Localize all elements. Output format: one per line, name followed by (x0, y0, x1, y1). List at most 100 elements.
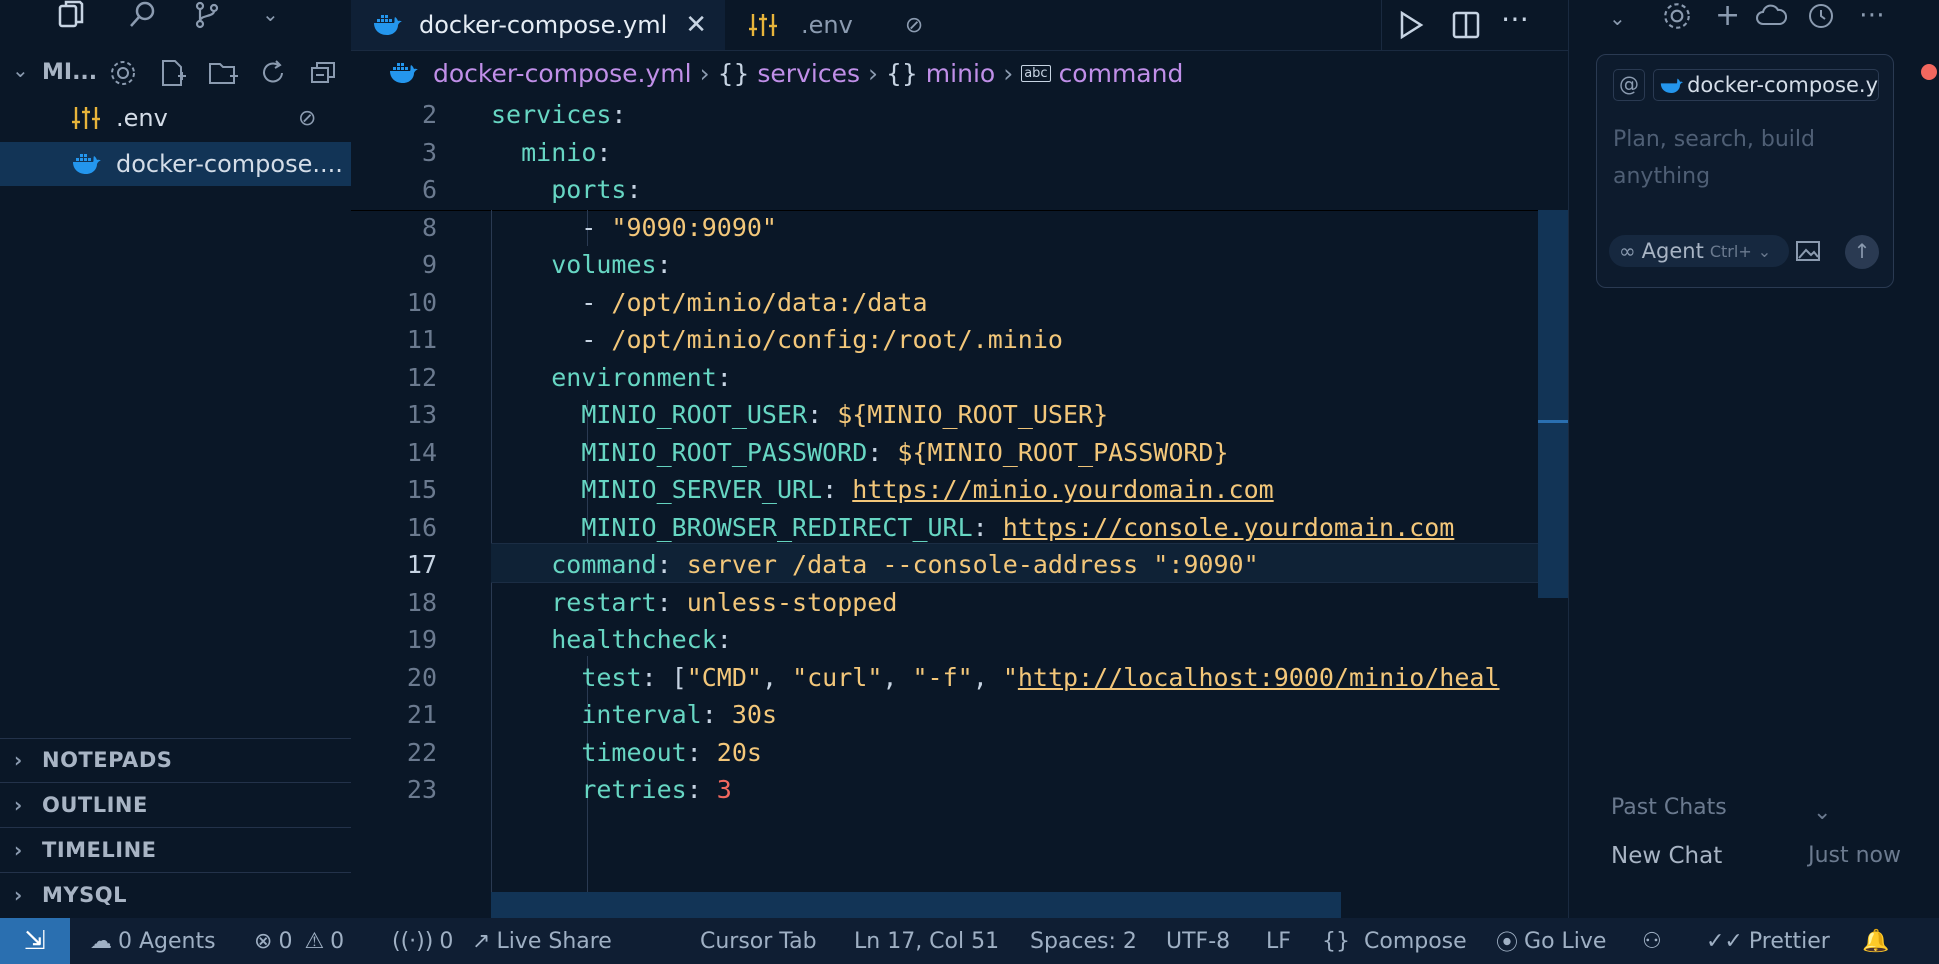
chevron-down-icon: ⌄ (1757, 241, 1772, 261)
split-editor-icon[interactable] (1451, 10, 1481, 40)
accounts-icon[interactable]: ⚇ (1642, 918, 1662, 964)
code-line[interactable]: 18 restart: unless-stopped (351, 584, 1568, 621)
cursor-tab-status[interactable]: Cursor Tab (700, 918, 817, 964)
chevron-down-icon[interactable]: ⌄ (12, 58, 29, 82)
code-line[interactable]: 22 timeout: 20s (351, 734, 1568, 771)
mention-icon[interactable]: @ (1613, 69, 1645, 101)
broadcast-icon: ((·)) (392, 928, 434, 954)
settings-gear-icon[interactable] (1661, 0, 1693, 32)
tab-env[interactable]: .env ⊘ (725, 0, 965, 50)
new-folder-icon[interactable] (208, 58, 240, 88)
line-text: MINIO_SERVER_URL: https://minio.yourdoma… (581, 475, 1274, 504)
code-line[interactable]: 16 MINIO_BROWSER_REDIRECT_URL: https://c… (351, 509, 1568, 546)
braces-icon: {} (1322, 928, 1350, 954)
language-status[interactable]: {} Compose (1322, 918, 1467, 964)
eol-status[interactable]: LF (1266, 918, 1291, 964)
cursor-position[interactable]: Ln 17, Col 51 (854, 918, 999, 964)
code-line[interactable]: 3 minio: (351, 134, 1568, 171)
code-line[interactable]: 6 ports: (351, 171, 1568, 208)
code-editor[interactable]: 2 services: 3 minio: 6 ports: 8 - "9090:9090… (351, 96, 1568, 918)
code-line[interactable]: 15 MINIO_SERVER_URL: https://minio.yourd… (351, 471, 1568, 508)
minimap-slider[interactable] (1538, 210, 1568, 598)
status-bar: ⇲ ☁ 0 Agents ⊗ 0 ⚠ 0 ((·)) 0 ↗ Live Share Cur… (0, 918, 1939, 964)
image-icon[interactable] (1795, 239, 1821, 263)
code-line[interactable]: 23 retries: 3 (351, 771, 1568, 808)
line-number: 10 (406, 287, 437, 317)
search-icon[interactable] (128, 0, 158, 30)
send-arrow-icon[interactable]: ↑ (1845, 235, 1879, 269)
new-file-icon[interactable] (158, 58, 188, 88)
breadcrumb-file[interactable]: docker-compose.yml (433, 59, 692, 88)
more-actions-icon[interactable]: ⋯ (1501, 2, 1529, 35)
indentation-status[interactable]: Spaces: 2 (1030, 918, 1137, 964)
line-number: 16 (406, 512, 437, 542)
code-line[interactable]: 14 MINIO_ROOT_PASSWORD: ${MINIO_ROOT_PAS… (351, 434, 1568, 471)
more-actions-icon[interactable]: ⋯ (1859, 0, 1885, 30)
live-share-status[interactable]: ↗ Live Share (472, 918, 612, 964)
prettier-status[interactable]: ✓✓ Prettier (1706, 918, 1830, 964)
tab-label: docker-compose.yml (419, 11, 668, 39)
chevron-down-icon[interactable]: ⌄ (1813, 800, 1831, 825)
code-line[interactable]: 20 test: ["CMD", "curl", "-f", "http://l… (351, 659, 1568, 696)
string-icon: abc (1021, 64, 1051, 82)
code-line[interactable]: 10 - /opt/minio/data:/data (351, 284, 1568, 321)
breadcrumb-services[interactable]: services (757, 59, 860, 88)
bell-icon[interactable]: 🔔 (1862, 918, 1889, 964)
chat-input-placeholder[interactable]: Plan, search, build anything (1613, 121, 1843, 195)
docker-icon (1660, 75, 1687, 95)
breadcrumb-command[interactable]: command (1059, 59, 1184, 88)
chevron-down-icon[interactable]: ⌄ (262, 4, 279, 24)
code-line[interactable]: 2 services: (351, 96, 1568, 133)
history-icon[interactable] (1807, 2, 1835, 30)
files-icon[interactable] (56, 0, 86, 30)
refresh-icon[interactable] (258, 58, 288, 88)
chat-history-item[interactable]: New Chat Just now (1611, 843, 1901, 873)
line-number: 14 (406, 437, 437, 467)
remote-icon[interactable]: ⇲ (0, 918, 70, 964)
cloud-icon[interactable] (1755, 2, 1787, 28)
file-item-env[interactable]: .env ⊘ (0, 96, 351, 140)
problems-status[interactable]: ⊗ 0 ⚠ 0 (254, 918, 344, 964)
context-chip[interactable]: docker-compose.y (1653, 69, 1879, 101)
code-line[interactable]: 13 MINIO_ROOT_USER: ${MINIO_ROOT_USER} (351, 396, 1568, 433)
warning-icon: ⚠ (304, 928, 325, 954)
docker-icon (373, 13, 419, 37)
object-icon: {} (717, 58, 750, 88)
go-live-status[interactable]: ⦿ Go Live (1496, 918, 1606, 964)
code-line[interactable]: 21 interval: 30s (351, 696, 1568, 733)
run-icon[interactable] (1397, 10, 1425, 40)
agents-status[interactable]: ☁ 0 Agents (90, 918, 216, 964)
cloud-icon: ☁ (90, 928, 112, 954)
panel-mysql[interactable]: › MYSQL (0, 873, 351, 917)
close-icon[interactable]: ✕ (685, 10, 707, 40)
chevron-down-icon[interactable]: ⌄ (1609, 6, 1626, 30)
file-item-docker-compose[interactable]: docker-compose.... (0, 142, 351, 186)
source-control-icon[interactable] (192, 0, 222, 30)
code-line[interactable]: 11 - /opt/minio/config:/root/.minio (351, 321, 1568, 358)
chevron-right-icon: › (867, 58, 878, 88)
workspace-title[interactable]: MI... (42, 60, 97, 85)
chevron-right-icon: › (14, 793, 23, 817)
plus-icon[interactable]: + (1715, 0, 1740, 33)
line-text: services: (491, 100, 627, 129)
code-line[interactable]: 17 command: server /data --console-addre… (351, 546, 1568, 583)
encoding-status[interactable]: UTF-8 (1166, 918, 1230, 964)
horizontal-scrollbar[interactable] (491, 892, 1341, 918)
settings-gear-icon[interactable] (108, 58, 138, 88)
code-line[interactable]: 12 environment: (351, 359, 1568, 396)
collapse-all-icon[interactable] (308, 58, 338, 88)
code-line[interactable]: 9 volumes: (351, 246, 1568, 283)
breadcrumb-minio[interactable]: minio (926, 59, 995, 88)
tab-docker-compose[interactable]: docker-compose.yml ✕ (351, 0, 725, 50)
panel-notepads[interactable]: › NOTEPADS (0, 738, 351, 782)
panel-outline[interactable]: › OUTLINE (0, 783, 351, 827)
minimap-marker (1538, 420, 1568, 423)
ports-status[interactable]: ((·)) 0 (392, 918, 453, 964)
panel-timeline[interactable]: › TIMELINE (0, 828, 351, 872)
code-line[interactable]: 19 healthcheck: (351, 621, 1568, 658)
code-line[interactable]: 8 - "9090:9090" (351, 209, 1568, 246)
line-text: volumes: (551, 250, 672, 279)
agent-mode-select[interactable]: ∞ Agent Ctrl+ ⌄ (1609, 235, 1789, 267)
line-text: interval: 30s (581, 700, 777, 729)
past-chats-header[interactable]: Past Chats (1611, 795, 1727, 820)
